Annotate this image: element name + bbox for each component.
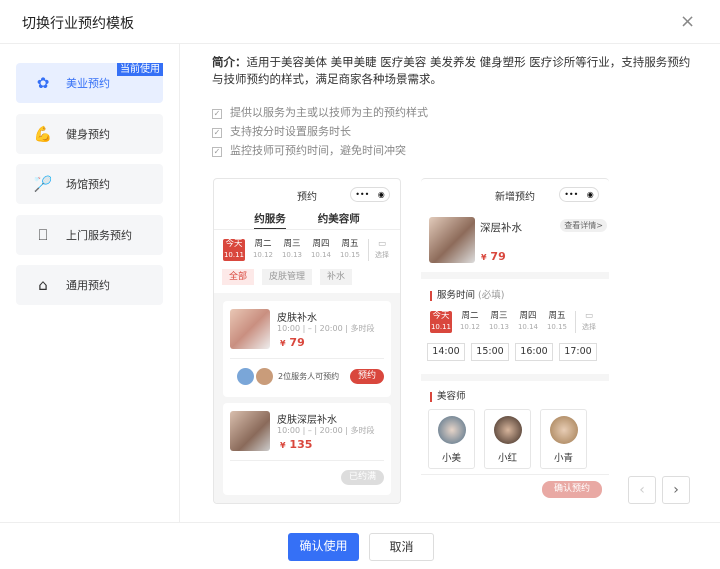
day-item: 周四 10.14 — [310, 239, 332, 259]
sidebar-item-label: 场馆预约 — [66, 178, 110, 191]
calendar-icon: ▭ — [584, 311, 594, 321]
time-slot: 14:00 — [427, 343, 465, 361]
calendar-icon: ▭ — [377, 239, 387, 249]
service-name: 皮肤深层补水 — [277, 415, 337, 426]
day-item: 周五 10.15 — [339, 239, 361, 259]
sidebar-item-label: 通用预约 — [66, 279, 110, 292]
shuttlecock-icon: 🏸 — [33, 175, 53, 193]
feature-text: 监控技师可预约时间，避免时间冲突 — [230, 144, 406, 157]
service-price: ¥ 135 — [280, 438, 313, 451]
day-item: 今天 10.11 — [223, 239, 245, 261]
more-icon: ••• — [564, 190, 579, 199]
target-icon: ◉ — [377, 190, 385, 199]
service-time: 10:00 | – | 20:00 | 多时段 — [277, 426, 375, 435]
dialog-title: 切换行业预约模板 — [22, 16, 134, 32]
date-picker: 今天 10.11 周二 10.12 周三 10.13 周四 10.14 周五 10.15 … — [430, 311, 597, 333]
time-slot: 17:00 — [559, 343, 597, 361]
day-item: 周三 10.13 — [488, 311, 510, 331]
staff-card: 小美 — [428, 409, 475, 469]
section-staff: 美容师 — [430, 392, 466, 402]
service-image — [429, 217, 475, 263]
sidebar-item-label: 上门服务预约 — [66, 229, 132, 242]
cancel-button[interactable]: 取消 — [369, 533, 434, 561]
intro-text: 简介：适用于美容美体 美甲美睫 医疗美容 美发养发 健身塑形 医疗诊所等行业，支… — [212, 54, 692, 88]
day-item: 周四 10.14 — [517, 311, 539, 331]
sidebar-item-fitness[interactable]: 💪 健身预约 — [16, 114, 163, 154]
chip: 全部 — [222, 269, 255, 285]
service-time: 10:00 | – | 20:00 | 多时段 — [277, 324, 375, 333]
avatar — [237, 368, 254, 385]
service-image — [230, 411, 270, 451]
full-button: 已约满 — [340, 470, 384, 485]
feature-item: ✓ 支持按分时设置服务时长 — [212, 123, 351, 139]
arm-icon: 💪 — [33, 125, 53, 143]
mini-program-capsule: ••• ◉ — [559, 187, 599, 202]
staff-card: 小青 — [540, 409, 587, 469]
section-time: 服务时间 (必填) — [430, 291, 504, 301]
staff-count: 2位服务人可预约 — [278, 372, 340, 381]
chip: 补水 — [320, 269, 353, 285]
day-item: 周五 10.15 — [546, 311, 568, 331]
avatar — [256, 368, 273, 385]
sidebar-item-beauty[interactable]: ✿ 美业预约 当前使用 — [16, 63, 163, 103]
day-item: 周二 10.12 — [459, 311, 481, 331]
intro-label: 简介： — [212, 55, 247, 69]
sidebar-item-general[interactable]: ⌂ 通用预约 — [16, 265, 163, 305]
confirm-booking-button: 确认预约 — [541, 481, 602, 498]
calendar-pick: ▭ 选择 — [368, 239, 390, 261]
service-image — [230, 309, 270, 349]
tab-beautician: 约美容师 — [317, 213, 360, 225]
check-icon: ✓ — [212, 109, 222, 119]
sidebar-item-label: 美业预约 — [66, 77, 110, 90]
preview-new-booking: 新增预约 ••• ◉ 深层补水 查看详情> ¥ 79 服务时间 (必填) 今天 10… — [421, 178, 609, 504]
preview-service-list: 预约 ••• ◉ 约服务 约美容师 今天 10.11 周二 10.12 周三 10.13 … — [213, 178, 401, 504]
check-icon: ✓ — [212, 128, 222, 138]
sidebar-item-venue[interactable]: 🏸 场馆预约 — [16, 164, 163, 204]
day-item: 周三 10.13 — [281, 239, 303, 259]
feature-item: ✓ 提供以服务为主或以技师为主的预约样式 — [212, 104, 428, 120]
mini-program-capsule: ••• ◉ — [350, 187, 390, 202]
service-price: ¥ 79 — [481, 250, 506, 263]
calendar-pick: ▭ 选择 — [575, 311, 597, 333]
next-arrow-icon[interactable]: › — [662, 476, 690, 504]
sidebar-item-label: 健身预约 — [66, 128, 110, 141]
confirm-use-button[interactable]: 确认使用 — [288, 533, 359, 561]
close-icon[interactable]: × — [680, 11, 695, 32]
template-sidebar: ✿ 美业预约 当前使用 💪 健身预约 🏸 场馆预约 ⎕ 上门服务预约 ⌂ 通用预… — [0, 44, 180, 522]
tab-service: 约服务 — [254, 211, 286, 230]
time-slot: 15:00 — [471, 343, 509, 361]
service-price: ¥ 79 — [280, 336, 305, 349]
check-icon: ✓ — [212, 147, 222, 157]
detail-link: 查看详情> — [560, 219, 607, 232]
sidebar-item-home-service[interactable]: ⎕ 上门服务预约 — [16, 215, 163, 255]
feature-text: 支持按分时设置服务时长 — [230, 125, 351, 138]
service-card: 皮肤深层补水 10:00 | – | 20:00 | 多时段 ¥ 135 已约满 — [223, 403, 391, 495]
target-icon: ◉ — [586, 190, 594, 199]
service-card: 皮肤补水 10:00 | – | 20:00 | 多时段 ¥ 79 2位服务人可… — [223, 301, 391, 397]
service-name: 皮肤补水 — [277, 313, 317, 324]
day-item: 今天 10.11 — [430, 311, 452, 333]
date-picker: 今天 10.11 周二 10.12 周三 10.13 周四 10.14 周五 10.15 … — [223, 239, 390, 261]
prev-arrow-icon[interactable]: ‹ — [628, 476, 656, 504]
intro-body: 适用于美容美体 美甲美睫 医疗美容 美发养发 健身塑形 医疗诊所等行业，支持服务… — [212, 55, 691, 86]
feature-item: ✓ 监控技师可预约时间，避免时间冲突 — [212, 142, 406, 158]
door-icon: ⎕ — [38, 226, 48, 244]
book-button: 预约 — [349, 369, 384, 384]
beauty-icon: ✿ — [36, 74, 50, 92]
more-icon: ••• — [355, 190, 370, 199]
store-icon: ⌂ — [38, 276, 48, 294]
chip: 皮肤管理 — [262, 269, 313, 285]
service-name: 深层补水 — [480, 222, 522, 234]
current-badge: 当前使用 — [117, 63, 163, 76]
footer-divider — [0, 522, 720, 523]
day-item: 周二 10.12 — [252, 239, 274, 259]
staff-card: 小红 — [484, 409, 531, 469]
time-slot: 16:00 — [515, 343, 553, 361]
feature-text: 提供以服务为主或以技师为主的预约样式 — [230, 106, 428, 119]
